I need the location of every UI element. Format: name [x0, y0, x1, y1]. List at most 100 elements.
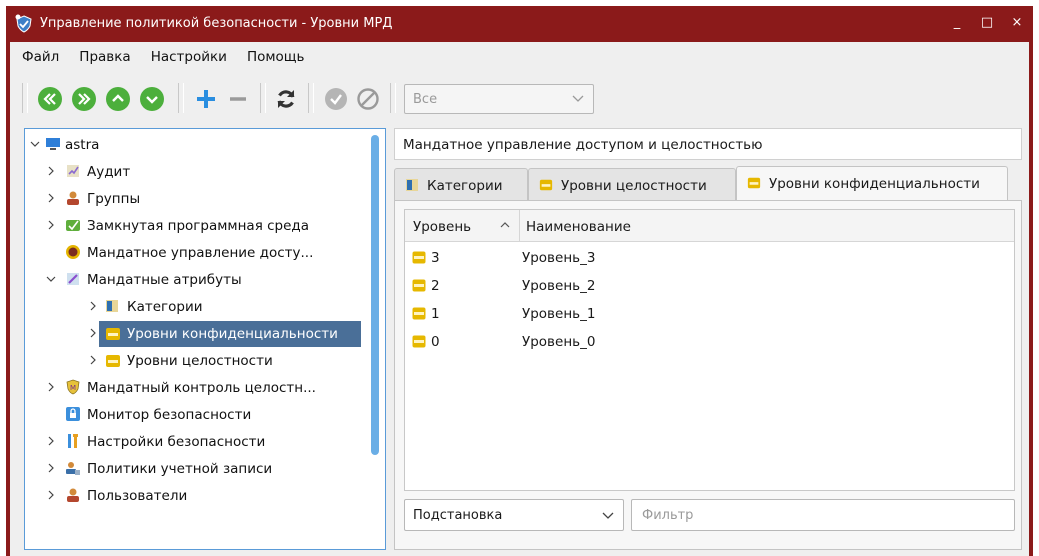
tree-item-mandatory-integrity[interactable]: M Мандатный контроль целостн... [25, 374, 365, 401]
toolbar-separator [390, 83, 396, 113]
column-divider[interactable] [519, 210, 520, 242]
substitution-combo[interactable]: Подстановка [404, 499, 624, 531]
refresh-button[interactable] [274, 87, 298, 111]
level-name: Уровень_3 [522, 250, 596, 266]
tab-categories[interactable]: Категории [394, 168, 528, 200]
down-button[interactable] [140, 87, 164, 111]
details-panel: Мандатное управление доступом и целостно… [394, 128, 1022, 550]
software-env-icon [66, 220, 80, 231]
level-name: Уровень_1 [522, 306, 596, 322]
tree-item-label: astra [65, 137, 100, 153]
chevron-right-icon[interactable] [45, 461, 57, 475]
tab-confidentiality-levels[interactable]: Уровни конфиденциальности [736, 166, 1008, 200]
tree-item-label: Замкнутая программная среда [87, 218, 310, 234]
plus-icon [197, 90, 215, 108]
filter-field[interactable] [631, 499, 1015, 531]
tree-item-astra[interactable]: astra [25, 131, 365, 158]
chevron-right-icon[interactable] [87, 326, 99, 340]
svg-text:M: M [70, 384, 76, 392]
chevron-down-icon[interactable] [29, 137, 41, 151]
menu-edit[interactable]: Правка [77, 47, 132, 67]
client-area: Файл Правка Настройки Помощь Все astra А… [10, 42, 1029, 556]
tree-item-integrity-levels[interactable]: Уровни целостности [25, 347, 365, 374]
tree-item-security-settings[interactable]: Настройки безопасности [25, 428, 365, 455]
up-button[interactable] [106, 87, 130, 111]
tree-item-audit[interactable]: Аудит [25, 158, 365, 185]
tree-item-label: Категории [127, 299, 203, 315]
toolbar: Все [10, 78, 1029, 118]
menu-bar: Файл Правка Настройки Помощь [10, 42, 1029, 72]
tree-item-categories[interactable]: Категории [25, 293, 365, 320]
chevron-down-icon[interactable] [45, 272, 57, 286]
tree-scrollbar[interactable] [371, 135, 379, 455]
double-chevron-left-icon [38, 87, 62, 111]
table-row[interactable]: 0 Уровень_0 [405, 328, 1014, 356]
table-row[interactable]: 1 Уровень_1 [405, 300, 1014, 328]
apply-button[interactable] [324, 87, 348, 111]
chevron-right-icon[interactable] [45, 218, 57, 232]
chevron-right-icon[interactable] [45, 191, 57, 205]
navigation-tree[interactable]: astra Аудит Группы Замкнутая программная… [24, 128, 386, 550]
tree-item-label: Мандатные атрибуты [87, 272, 242, 288]
last-button[interactable] [72, 87, 96, 111]
column-header-level[interactable]: Уровень [413, 219, 471, 235]
close-button[interactable]: × [1009, 14, 1025, 32]
refresh-icon [277, 90, 295, 108]
check-circle-icon [325, 88, 347, 110]
toolbar-separator [260, 83, 266, 113]
tree-item-label: Монитор безопасности [87, 407, 252, 423]
maximize-button[interactable]: □ [979, 14, 995, 32]
levels-table[interactable]: Уровень Наименование 3 Уровень_3 2 Урове… [404, 209, 1015, 491]
table-row[interactable]: 2 Уровень_2 [405, 272, 1014, 300]
toolbar-separator [308, 83, 314, 113]
level-icon [539, 179, 553, 191]
tree-item-label: Политики учетной записи [87, 461, 273, 477]
cancel-button[interactable] [356, 87, 380, 111]
level-icon [412, 251, 426, 264]
lock-icon [66, 407, 80, 421]
title-bar[interactable]: Управление политикой безопасности - Уров… [6, 6, 1033, 42]
chevron-down-icon [140, 87, 164, 111]
user-icon [67, 488, 79, 502]
level-name: Уровень_2 [522, 278, 596, 294]
tree-item-account-policies[interactable]: Политики учетной записи [25, 455, 365, 482]
menu-file[interactable]: Файл [20, 47, 61, 67]
tab-integrity-levels[interactable]: Уровни целостности [528, 168, 736, 200]
minimize-button[interactable]: _ [949, 14, 965, 32]
tree-item-mandatory-attributes[interactable]: Мандатные атрибуты [25, 266, 365, 293]
chevron-right-icon[interactable] [87, 299, 99, 313]
table-header: Уровень Наименование [405, 210, 1014, 242]
tree-item-users[interactable]: Пользователи [25, 482, 365, 509]
cancel-icon [357, 88, 379, 110]
filter-combo[interactable]: Все [404, 84, 594, 114]
add-button[interactable] [194, 87, 218, 111]
level-icon [412, 279, 426, 292]
filter-combo-value: Все [413, 92, 438, 107]
chevron-right-icon[interactable] [87, 353, 99, 367]
tree-item-groups[interactable]: Группы [25, 185, 365, 212]
app-window: Управление политикой безопасности - Уров… [6, 6, 1033, 556]
chevron-up-icon [106, 87, 130, 111]
category-icon [106, 300, 118, 312]
table-row[interactable]: 3 Уровень_3 [405, 244, 1014, 272]
tab-content: Уровень Наименование 3 Уровень_3 2 Урове… [394, 200, 1022, 550]
chevron-right-icon[interactable] [45, 380, 57, 394]
level-icon [412, 307, 426, 320]
chevron-right-icon[interactable] [45, 434, 57, 448]
tree-item-confidentiality-levels[interactable]: Уровни конфиденциальности [25, 320, 369, 347]
users-group-icon [67, 191, 79, 205]
menu-help[interactable]: Помощь [245, 47, 307, 67]
column-header-name[interactable]: Наименование [526, 219, 631, 235]
chevron-right-icon[interactable] [45, 488, 57, 502]
tree-item-security-monitor[interactable]: Монитор безопасности [25, 401, 365, 428]
tree-item-mandatory-access[interactable]: Мандатное управление досту... [25, 239, 365, 266]
first-button[interactable] [38, 87, 62, 111]
menu-settings[interactable]: Настройки [149, 47, 229, 67]
tree-item-closed-software-env[interactable]: Замкнутая программная среда [25, 212, 365, 239]
filter-input[interactable] [632, 500, 1014, 530]
chevron-right-icon[interactable] [45, 164, 57, 178]
mandatory-access-icon [66, 245, 80, 259]
category-icon [406, 179, 418, 191]
remove-button[interactable] [226, 87, 250, 111]
tree-item-label: Настройки безопасности [87, 434, 266, 450]
